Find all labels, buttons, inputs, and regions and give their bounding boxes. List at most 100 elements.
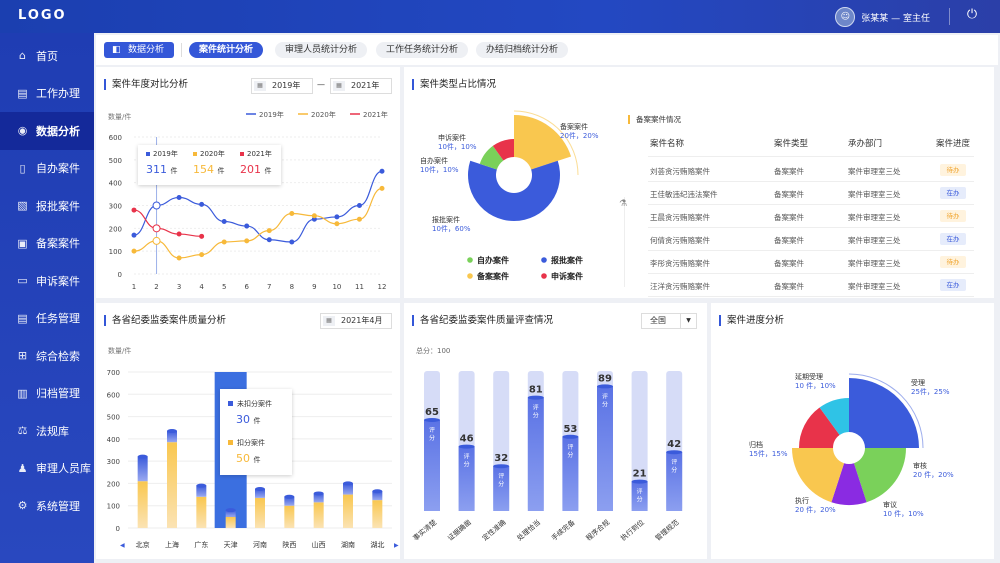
tab-case-stats[interactable]: 案件统计分析 (189, 42, 264, 58)
pie-label-value: 20 件，20% (913, 470, 954, 479)
x-tick: 山西 (312, 540, 326, 549)
chart-icon: ◧ (112, 45, 121, 55)
scale-icon: ⚖ (17, 424, 28, 438)
tab-reviewer-stats[interactable]: 审理人员统计分析 (275, 42, 368, 58)
cell-name: 汪洋贪污贿赂案件 (650, 282, 710, 291)
x-tick: 事实清楚 (411, 518, 438, 543)
user-avatar-icon[interactable]: ☺ (835, 7, 856, 27)
table-row[interactable]: 汪洋贪污贿赂案件 备案案件 案件审理室三处 在办 (648, 274, 974, 297)
table-row[interactable]: 王佳敏违纪违法案件 备案案件 案件审理室三处 在办 (648, 182, 974, 205)
list-icon: ▤ (17, 311, 28, 325)
table-row[interactable]: 刘荟贪污贿赂案件 备案案件 案件审理室三处 待办 (648, 159, 974, 182)
tab-archive-stats[interactable]: 办结归档统计分析 (476, 42, 569, 58)
annual-comparison-card: 案件年度对比分析 ▦ 2019年 — ▦ 2021年 数量/件 2019年 2020… (96, 67, 400, 298)
data-point (289, 210, 295, 216)
x-tick: 广东 (194, 540, 208, 549)
cell-type: 备案案件 (774, 236, 804, 245)
data-point (152, 201, 161, 210)
x-tick: 天津 (224, 541, 238, 549)
data-point (244, 238, 250, 244)
bar-cap (597, 384, 613, 389)
pie-label-name: 申诉案件 (438, 133, 466, 142)
sidebar-item-12[interactable]: ⚙ 系统管理 (0, 487, 94, 525)
sidebar-item-7[interactable]: ▤ 任务管理 (0, 300, 94, 338)
user-info[interactable]: ☺ 张某某 — 室主任 (835, 7, 930, 27)
cell-name: 李彤贪污贿赂案件 (650, 259, 710, 268)
legend-dot (541, 257, 547, 263)
bar-value: 81 (529, 385, 543, 396)
y-axis-label: 数量/件 (108, 346, 131, 355)
bar-segment (372, 500, 383, 528)
x-tick: 3 (177, 283, 181, 291)
bar-tooltip: 未扣分案件 30 件 扣分案件 50 件 (220, 389, 292, 475)
sidebar-item-label: 审理人员库 (36, 462, 91, 476)
cell-dept: 案件审理室三处 (848, 213, 901, 222)
sidebar-item-label: 系统管理 (36, 499, 80, 513)
sidebar-item-1[interactable]: ▤ 工作办理 (0, 75, 94, 113)
data-analysis-button[interactable]: ◧ 数据分析 (104, 42, 175, 58)
x-tick: 陕西 (282, 540, 296, 549)
pie-label-name: 归档 (749, 440, 763, 449)
pie-label-value: 20件，20% (560, 131, 599, 140)
sidebar-item-9[interactable]: ▥ 归档管理 (0, 375, 94, 413)
pie-label-value: 10 件，10% (883, 509, 924, 518)
sidebar-item-label: 综合检索 (36, 349, 80, 363)
table-row[interactable]: 李彤贪污贿赂案件 备案案件 案件审理室三处 待办 (648, 251, 974, 274)
power-icon[interactable]: ⏻ (964, 7, 980, 23)
sidebar-item-2[interactable]: ◉ 数据分析 (0, 112, 94, 150)
sidebar-item-5[interactable]: ▣ 备案案件 (0, 225, 94, 263)
legend-dot (541, 273, 547, 279)
bar-cap (458, 444, 475, 449)
bar-value: 42 (667, 439, 681, 450)
bar-tag: 评 (464, 453, 470, 461)
x-tick: 9 (312, 283, 316, 291)
pie-slice (468, 160, 560, 222)
tooltip-legend-b: 扣分案件 (228, 438, 265, 448)
sidebar-item-11[interactable]: ♟ 审理人员库 (0, 450, 94, 488)
sidebar-item-6[interactable]: ▭ 申诉案件 (0, 262, 94, 300)
sidebar-item-label: 申诉案件 (36, 274, 80, 288)
pie-label-value: 10件，60% (432, 224, 471, 233)
chart-icon: ◉ (17, 124, 28, 138)
sidebar-item-10[interactable]: ⚖ 法规库 (0, 412, 94, 450)
table-row[interactable]: 何倩贪污贿赂案件 备案案件 案件审理室三处 在办 (648, 228, 974, 251)
cell-name: 刘荟贪污贿赂案件 (650, 167, 710, 176)
legend-label: 申诉案件 (551, 271, 583, 281)
sidebar-item-label: 工作办理 (36, 87, 80, 101)
y-axis-label: 数量/件 (108, 112, 131, 121)
bar-value: 46 (460, 434, 474, 445)
data-analysis-label: 数据分析 (128, 45, 165, 55)
x-tick: 证据确凿 (446, 518, 473, 543)
sidebar-item-8[interactable]: ⊞ 综合检索 (0, 337, 94, 375)
clipboard-icon: ▯ (19, 161, 26, 175)
people-icon: ♟ (17, 461, 28, 475)
user-name[interactable]: 张某某 — 室主任 (861, 11, 930, 24)
x-tick: 管理规范 (653, 518, 680, 543)
cell-dept: 案件审理室三处 (848, 259, 901, 268)
header-dept: 承办部门 (848, 139, 883, 149)
bar-segment (313, 502, 324, 528)
y-tick: 100 (107, 503, 120, 511)
data-point (244, 223, 250, 229)
cell-name: 王晨贪污贿赂案件 (650, 213, 710, 222)
sidebar-item-0[interactable]: ⌂ 首页 (0, 37, 94, 75)
x-tick: 11 (355, 283, 364, 291)
bar-value: 21 (633, 469, 647, 480)
x-tick: 湖北 (370, 540, 384, 549)
y-tick: 500 (107, 414, 120, 422)
pie-label-name: 受理 (911, 378, 925, 387)
top-bar: LOGO ☺ 张某某 — 室主任 ⏻ (0, 0, 1000, 33)
table-row[interactable]: 王晨贪污贿赂案件 备案案件 案件审理室三处 待办 (648, 205, 974, 228)
data-point (266, 237, 272, 243)
tooltip-item: 2019年 311 件 (146, 150, 178, 176)
sidebar-item-3[interactable]: ▯ 自办案件 (0, 150, 94, 188)
data-point (266, 228, 272, 234)
cell-type: 备案案件 (774, 167, 804, 176)
data-point (199, 201, 205, 207)
sidebar-item-4[interactable]: ▧ 报批案件 (0, 187, 94, 225)
x-tick: 8 (290, 283, 294, 291)
bar-cap (527, 395, 544, 400)
bar-value: 53 (563, 424, 577, 435)
table-header: 案件名称 案件类型 承办部门 案件进度 (648, 137, 974, 157)
tab-task-stats[interactable]: 工作任务统计分析 (376, 42, 469, 58)
